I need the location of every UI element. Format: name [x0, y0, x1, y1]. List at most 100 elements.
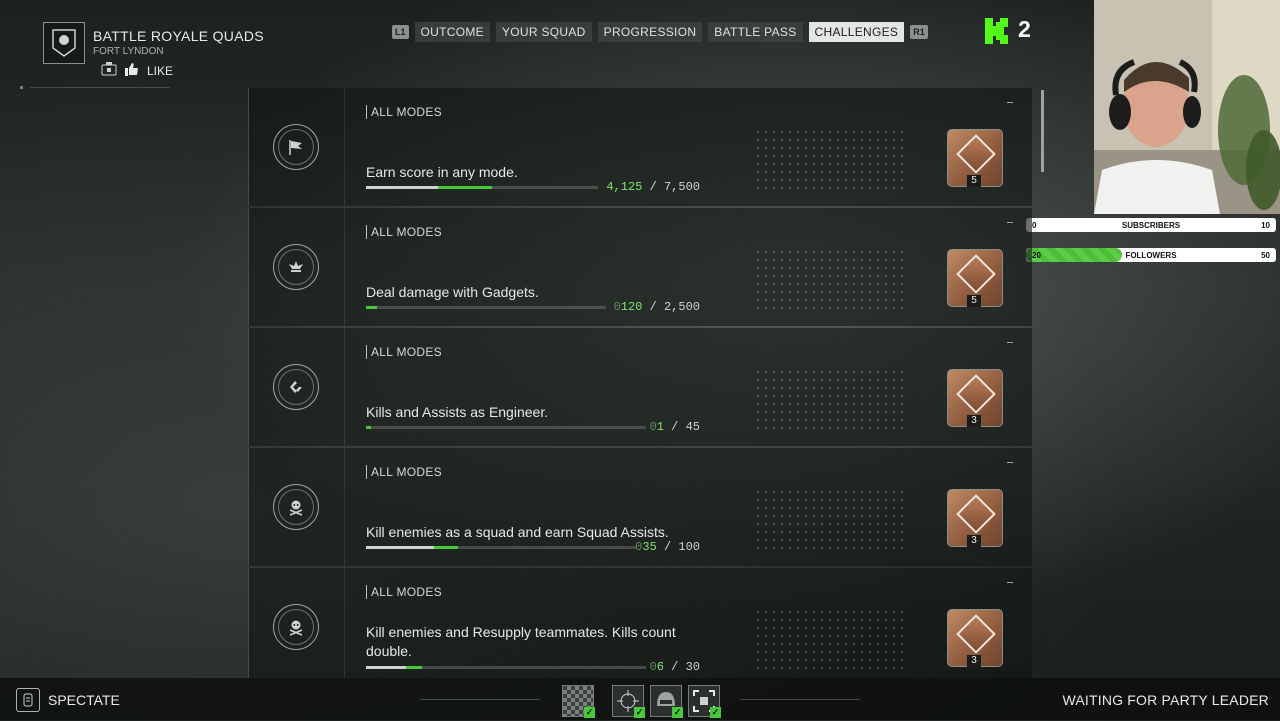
- challenge-category: ALL MODES: [366, 465, 442, 479]
- tab-progression[interactable]: PROGRESSION: [597, 22, 703, 42]
- subscribers-label: SUBSCRIBERS: [1121, 220, 1181, 230]
- reward-badge-icon: 3: [947, 489, 1003, 547]
- bottom-bar: SPECTATE ✓ ✓ ✓ ✓ WAITING FOR PARTY LEADE…: [0, 678, 1280, 720]
- count-total: 2,500: [663, 300, 700, 314]
- challenge-icon-column: [249, 88, 345, 206]
- challenge-count: 4,125 / 7,500: [606, 180, 700, 194]
- reward-badge-icon: 3: [947, 609, 1003, 667]
- reward-tier: 5: [967, 295, 981, 307]
- challenge-description: Kill enemies and Resupply teammates. Kil…: [366, 624, 676, 659]
- squad-member-frame-icon[interactable]: ✓: [688, 685, 721, 718]
- challenges-list[interactable]: ALL MODES Earn score in any mode. 4,125 …: [248, 88, 1032, 678]
- controller-button-icon: [101, 62, 117, 79]
- touchpad-button-icon: [16, 688, 40, 712]
- list-scrollbar[interactable]: [1041, 90, 1044, 172]
- count-current: 4,125: [606, 180, 643, 194]
- dot-pattern: [754, 248, 904, 310]
- squad-member-helmet-icon[interactable]: ✓: [650, 685, 683, 718]
- challenge-card[interactable]: ALL MODES Kill enemies and Resupply team…: [248, 568, 1032, 678]
- dot-pattern: [754, 488, 904, 550]
- challenge-category: ALL MODES: [366, 345, 442, 359]
- challenge-progress-bar: [366, 666, 646, 669]
- tab-your-squad[interactable]: YOUR SQUAD: [495, 22, 592, 42]
- count-prefix: 0: [649, 660, 657, 674]
- engineer-icon: [273, 364, 319, 410]
- followers-max: 50: [1261, 250, 1270, 260]
- challenge-card[interactable]: ALL MODES Kills and Assists as Engineer.…: [248, 328, 1032, 446]
- count-current: 1: [656, 420, 664, 434]
- progress-gain: [406, 666, 422, 669]
- mode-emblem-icon: [43, 22, 85, 64]
- reward-badge-icon: 5: [947, 249, 1003, 307]
- tab-challenges[interactable]: CHALLENGES: [808, 22, 905, 42]
- progress-gain: [438, 186, 492, 189]
- progress-gain: [366, 426, 371, 429]
- dot-pattern: [754, 608, 904, 670]
- thumbs-up-icon: [125, 62, 139, 79]
- spectate-button[interactable]: SPECTATE: [16, 688, 120, 712]
- reward-badge-icon: 5: [947, 129, 1003, 187]
- progress-gain: [434, 546, 458, 549]
- challenge-category: ALL MODES: [366, 105, 442, 119]
- tab-bar: L1 OUTCOME YOUR SQUAD PROGRESSION BATTLE…: [392, 22, 928, 42]
- mode-title: BATTLE ROYALE QUADS: [93, 28, 264, 44]
- followers-goal-bar: 20 FOLLOWERS 50: [1026, 248, 1276, 262]
- reward-tier: 3: [967, 655, 981, 667]
- progress-fill: [366, 186, 438, 189]
- like-button[interactable]: LIKE: [101, 62, 173, 79]
- tab-battle-pass[interactable]: BATTLE PASS: [708, 22, 803, 42]
- waiting-status: WAITING FOR PARTY LEADER: [1062, 692, 1269, 708]
- count-current: 35: [642, 540, 657, 554]
- subscribers-goal-bar: 0 SUBSCRIBERS 10: [1026, 218, 1276, 232]
- challenge-count: 0120 / 2,500: [613, 300, 700, 314]
- progress-fill: [366, 546, 434, 549]
- count-total: 30: [685, 660, 700, 674]
- challenge-category: ALL MODES: [366, 585, 442, 599]
- r1-bumper-icon[interactable]: R1: [910, 25, 928, 39]
- skull-crossbones-icon: [273, 484, 319, 530]
- like-label: LIKE: [147, 63, 174, 78]
- l1-bumper-icon[interactable]: L1: [392, 25, 409, 39]
- dot-pattern: [754, 368, 904, 430]
- challenge-card[interactable]: ALL MODES Earn score in any mode. 4,125 …: [248, 88, 1032, 206]
- reward-badge-icon: 3: [947, 369, 1003, 427]
- count-total: 45: [685, 420, 700, 434]
- card-dash: [1007, 582, 1013, 583]
- challenge-count: 035 / 100: [635, 540, 700, 554]
- followers-label: FOLLOWERS: [1125, 250, 1177, 260]
- bottom-divider-left: [420, 699, 540, 700]
- kick-logo-icon: [985, 18, 1011, 44]
- challenge-icon-column: [249, 568, 345, 678]
- tab-outcome[interactable]: OUTCOME: [414, 22, 490, 42]
- header-divider-dot: [20, 86, 23, 89]
- reward-tier: 5: [967, 175, 981, 187]
- challenge-progress-bar: [366, 306, 606, 309]
- card-dash: [1007, 222, 1013, 223]
- skull-crossbones-icon: [273, 604, 319, 650]
- challenge-card[interactable]: ALL MODES Deal damage with Gadgets. 0120…: [248, 208, 1032, 326]
- gadget-icon: [273, 244, 319, 290]
- squad-member-crosshair-icon[interactable]: ✓: [612, 685, 645, 718]
- count-current: 120: [620, 300, 643, 314]
- progress-gain: [366, 306, 377, 309]
- challenge-progress-bar: [366, 546, 636, 549]
- count-prefix: 0: [613, 300, 621, 314]
- count-total: 7,500: [663, 180, 700, 194]
- dot-pattern: [754, 128, 904, 190]
- count-current: 6: [656, 660, 664, 674]
- challenge-count: 01 / 45: [649, 420, 700, 434]
- challenge-progress-bar: [366, 186, 598, 189]
- card-dash: [1007, 462, 1013, 463]
- squad-member-camo-icon[interactable]: ✓: [562, 685, 595, 718]
- mode-header: BATTLE ROYALE QUADS FORT LYNDON LIKE: [43, 22, 264, 92]
- spectate-label: SPECTATE: [48, 692, 120, 708]
- progress-fill: [366, 666, 406, 669]
- challenge-icon-column: [249, 208, 345, 326]
- card-dash: [1007, 342, 1013, 343]
- webcam-feed: [1094, 0, 1280, 214]
- challenge-card[interactable]: ALL MODES Kill enemies as a squad and ea…: [248, 448, 1032, 566]
- challenge-count: 06 / 30: [649, 660, 700, 674]
- header-divider: [30, 87, 170, 88]
- challenge-progress-bar: [366, 426, 646, 429]
- map-name: FORT LYNDON: [93, 46, 164, 57]
